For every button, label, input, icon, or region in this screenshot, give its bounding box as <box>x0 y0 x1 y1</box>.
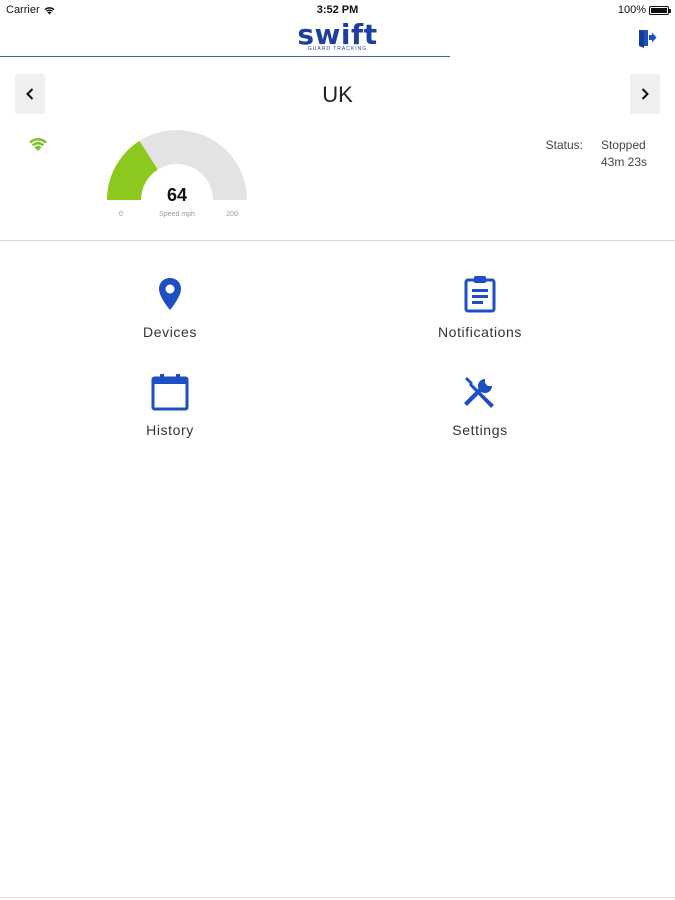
map-pin-icon <box>159 278 181 310</box>
logout-icon[interactable] <box>637 28 657 48</box>
notifications-label: Notifications <box>437 324 523 340</box>
app-header: swift GUARD TRACKING <box>0 18 675 60</box>
country-name: UK <box>322 82 353 107</box>
clipboard-icon <box>464 276 496 313</box>
battery-icon <box>649 5 671 15</box>
clock: 3:52 PM <box>316 4 359 16</box>
status-bar: Carrier 3:52 PM 100% <box>0 0 675 20</box>
settings-label: Settings <box>452 422 508 438</box>
status-duration: 43m 23s <box>600 155 647 169</box>
gauge-max: 200 <box>226 211 238 218</box>
tools-icon <box>464 377 494 408</box>
country-selector: UK <box>0 74 675 116</box>
devices-button[interactable]: Devices <box>70 274 270 340</box>
gauge-label: Speed mph <box>159 211 195 218</box>
devices-label: Devices <box>143 324 197 340</box>
signal-icon <box>29 138 47 152</box>
status-state: Stopped <box>600 138 646 152</box>
status-block: Status: Stopped 43m 23s <box>546 138 647 169</box>
swift-logo: swift GUARD TRACKING <box>0 20 675 53</box>
history-button[interactable]: History <box>70 372 270 438</box>
bottom-edge <box>0 897 675 898</box>
calendar-icon <box>151 374 189 411</box>
gauge-value: 64 <box>167 185 187 205</box>
header-underline <box>0 56 450 57</box>
battery-indicator: 100% <box>617 4 671 16</box>
history-label: History <box>146 422 194 438</box>
chevron-right-icon <box>641 88 649 100</box>
notifications-button[interactable]: Notifications <box>380 274 580 340</box>
settings-button[interactable]: Settings <box>380 372 580 438</box>
logo-subtext: GUARD TRACKING <box>307 46 368 52</box>
battery-percent: 100% <box>617 4 646 16</box>
vehicle-info: 64 Speed mph 0 200 Status: Stopped 43m 2… <box>0 128 675 240</box>
gauge-min: 0 <box>119 211 123 218</box>
status-label: Status: <box>545 138 583 152</box>
speed-gauge: 64 Speed mph 0 200 <box>107 130 247 218</box>
next-country-button[interactable] <box>630 74 660 114</box>
section-divider <box>0 240 675 241</box>
